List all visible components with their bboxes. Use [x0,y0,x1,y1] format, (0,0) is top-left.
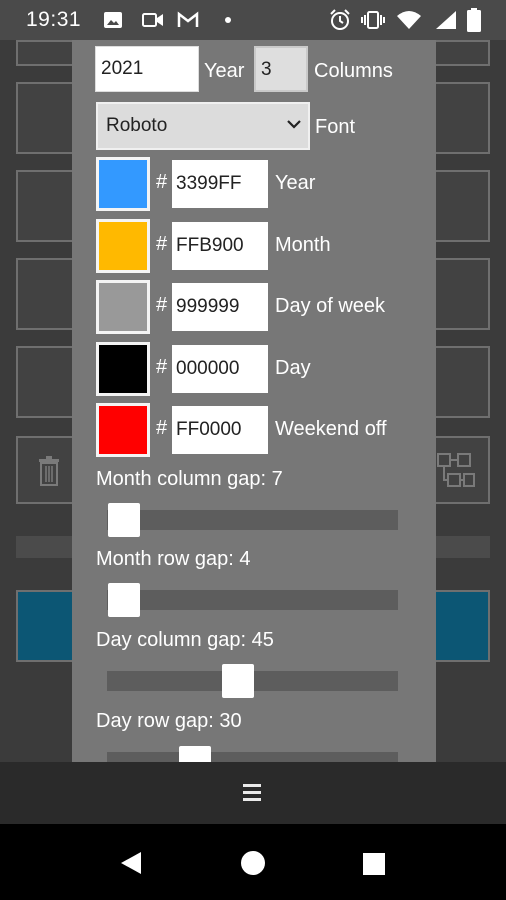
gmail-icon [177,11,199,27]
background-tile [432,258,490,330]
background-tile [16,258,74,330]
hash-symbol: # [156,356,168,378]
background-blue-button [16,590,74,662]
back-icon[interactable] [118,850,144,876]
day-color-swatch[interactable] [96,342,150,396]
day-column-gap-label: Day column gap: 45 [96,629,274,651]
day-of-week-color-label: Day of week [275,295,386,317]
font-select[interactable]: Roboto [96,102,310,150]
month-row-gap-slider[interactable] [107,590,398,610]
background-tile [432,82,490,154]
day-of-week-color-swatch[interactable] [96,280,150,334]
weekend-off-color-label: Weekend off [275,418,387,440]
dot-icon [225,17,231,23]
home-icon[interactable] [240,850,266,876]
app-bottom-bar [0,762,506,824]
background-tile [432,170,490,242]
month-column-gap-slider[interactable] [107,510,398,530]
month-column-gap-slider-thumb[interactable] [108,503,140,537]
month-column-gap-label: Month column gap: 7 [96,468,283,490]
grid-layout-icon [437,453,475,487]
font-label: Font [315,116,356,138]
month-color-swatch[interactable] [96,219,150,273]
image-icon [104,12,122,28]
recents-icon[interactable] [362,852,386,876]
year-label: Year [204,60,245,82]
background-tile [16,40,74,66]
wifi-icon [397,11,421,29]
day-row-gap-label: Day row gap: 30 [96,710,242,732]
hash-symbol: # [156,171,168,193]
background-trash-tile [16,436,74,504]
battery-icon [467,8,481,32]
columns-label: Columns [314,60,393,82]
background-tile [16,170,74,242]
alarm-icon [330,9,350,30]
background-layout-tile [432,436,490,504]
day-color-label: Day [275,357,311,379]
font-select-value: Roboto [106,115,168,136]
day-row-gap-slider[interactable] [107,752,398,762]
background-tile [16,82,74,154]
signal-icon [436,11,456,29]
trash-icon [39,456,59,486]
month-color-hex-input[interactable]: FFB900 [172,222,268,270]
columns-input[interactable]: 3 [254,46,308,92]
background-tile [16,346,74,418]
background-bar [16,536,74,558]
weekend-off-color-swatch[interactable] [96,403,150,457]
status-time: 19:31 [26,8,82,31]
month-row-gap-label: Month row gap: 4 [96,548,251,570]
background-bar [432,536,490,558]
year-color-swatch[interactable] [96,157,150,211]
background-tile [432,40,490,66]
hash-symbol: # [156,294,168,316]
calendar-settings-panel: 2021 Year 3 Columns Roboto Font # 3399FF… [72,40,436,762]
day-row-gap-slider-thumb[interactable] [179,746,211,762]
hash-symbol: # [156,233,168,255]
month-row-gap-slider-thumb[interactable] [108,583,140,617]
hamburger-menu-icon[interactable] [241,781,265,803]
background-blue-button [432,590,490,662]
background-tile [432,346,490,418]
hash-symbol: # [156,417,168,439]
status-bar: 19:31 [0,0,506,40]
vibrate-icon [361,11,385,29]
day-column-gap-slider-thumb[interactable] [222,664,254,698]
year-color-hex-input[interactable]: 3399FF [172,160,268,208]
video-camera-icon [142,13,163,27]
year-input[interactable]: 2021 [95,46,199,92]
month-color-label: Month [275,234,331,256]
weekend-off-color-hex-input[interactable]: FF0000 [172,406,268,454]
day-color-hex-input[interactable]: 000000 [172,345,268,393]
chevron-down-icon [287,120,301,129]
day-of-week-color-hex-input[interactable]: 999999 [172,283,268,331]
navigation-bar [0,824,506,900]
year-color-label: Year [275,172,316,194]
